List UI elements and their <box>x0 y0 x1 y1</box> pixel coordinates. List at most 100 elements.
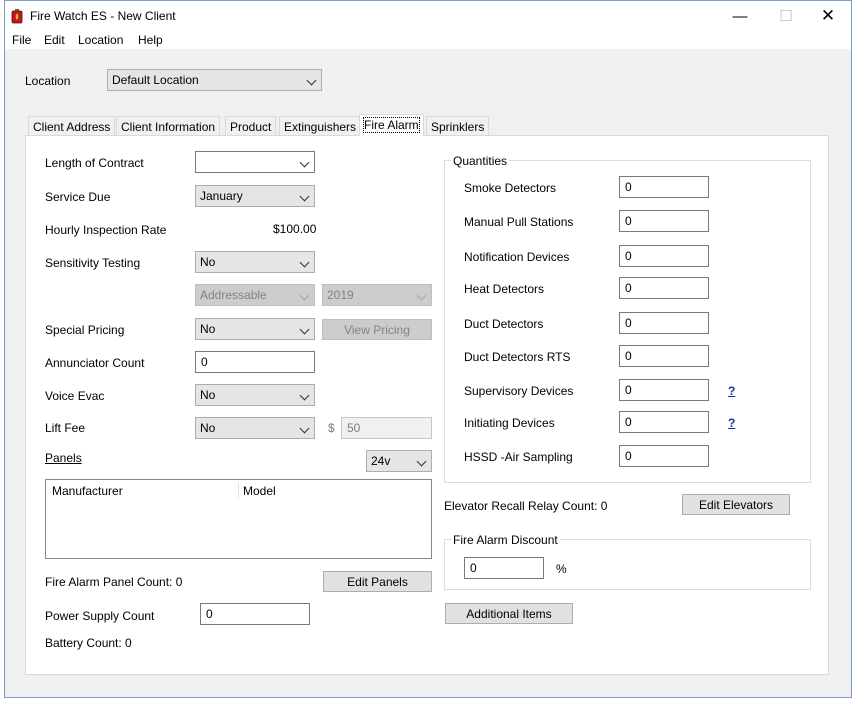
sensitivity-type-value: Addressable <box>200 288 267 302</box>
hssd-input[interactable]: 0 <box>619 445 709 467</box>
tab-label: Product <box>230 120 272 134</box>
close-button[interactable]: ✕ <box>805 1 851 31</box>
heat-detectors-label: Heat Detectors <box>464 282 545 296</box>
lift-fee-label: Lift Fee <box>45 421 86 435</box>
voice-evac-value: No <box>200 388 216 402</box>
sensitivity-testing-label: Sensitivity Testing <box>45 256 141 270</box>
pull-stations-label: Manual Pull Stations <box>464 215 574 229</box>
menu-file[interactable]: File <box>12 33 31 47</box>
voltage-value: 24v <box>371 454 391 468</box>
panels-list[interactable]: Manufacturer Model <box>45 479 432 559</box>
supervisory-devices-label: Supervisory Devices <box>464 384 574 398</box>
sensitivity-testing-select[interactable]: No <box>195 251 315 273</box>
annunciator-count-label: Annunciator Count <box>45 356 145 370</box>
smoke-detectors-input[interactable]: 0 <box>619 176 709 198</box>
menu-bar: File Edit Location Help <box>5 31 851 49</box>
lift-fee-value: No <box>200 421 216 435</box>
elevator-recall-count-label: Elevator Recall Relay Count: 0 <box>444 499 608 513</box>
window-title: Fire Watch ES - New Client <box>30 9 176 23</box>
fire-extinguisher-icon <box>11 9 23 24</box>
special-pricing-label: Special Pricing <box>45 323 125 337</box>
additional-items-button[interactable]: Additional Items <box>445 603 573 624</box>
discount-title: Fire Alarm Discount <box>451 533 560 547</box>
tab-label: Extinguishers <box>284 120 357 134</box>
hourly-rate-label: Hourly Inspection Rate <box>45 223 167 237</box>
tab-sprinklers[interactable]: Sprinklers <box>426 116 490 136</box>
minimize-button[interactable]: — <box>717 1 763 31</box>
pull-stations-input[interactable]: 0 <box>619 210 709 232</box>
lift-fee-select[interactable]: No <box>195 417 315 439</box>
notification-devices-label: Notification Devices <box>464 250 570 264</box>
supervisory-help-link[interactable]: ? <box>728 384 735 398</box>
length-of-contract-select[interactable] <box>195 151 315 173</box>
title-bar: Fire Watch ES - New Client — ☐ ✕ <box>5 1 851 31</box>
column-header-manufacturer[interactable]: Manufacturer <box>52 484 123 498</box>
voice-evac-select[interactable]: No <box>195 384 315 406</box>
sensitivity-testing-value: No <box>200 255 216 269</box>
view-pricing-button[interactable]: View Pricing <box>322 319 432 340</box>
tab-client-address[interactable]: Client Address <box>28 116 116 136</box>
menu-edit[interactable]: Edit <box>44 33 65 47</box>
length-of-contract-label: Length of Contract <box>45 156 144 170</box>
chevron-down-icon <box>306 75 317 86</box>
maximize-button[interactable]: ☐ <box>763 1 809 31</box>
discount-input[interactable]: 0 <box>464 557 544 579</box>
location-select[interactable]: Default Location <box>107 69 322 91</box>
service-due-value: January <box>200 189 243 203</box>
hourly-rate-value: $100.00 <box>273 222 317 236</box>
tab-extinguishers[interactable]: Extinguishers <box>279 116 362 136</box>
quantities-title: Quantities <box>451 154 510 168</box>
duct-detectors-rts-input[interactable]: 0 <box>619 345 709 367</box>
lift-fee-amount-input[interactable]: 50 <box>341 417 432 439</box>
duct-detectors-rts-label: Duct Detectors RTS <box>464 350 571 364</box>
panel-count-label: Fire Alarm Panel Count: 0 <box>45 575 183 589</box>
menu-help[interactable]: Help <box>138 33 163 47</box>
voltage-select[interactable]: 24v <box>366 450 432 472</box>
chevron-down-icon <box>416 456 427 467</box>
column-header-model[interactable]: Model <box>243 484 276 498</box>
hssd-label: HSSD -Air Sampling <box>464 450 573 464</box>
notification-devices-input[interactable]: 0 <box>619 245 709 267</box>
chevron-down-icon <box>299 423 310 434</box>
tab-label: Client Information <box>121 120 216 134</box>
column-divider[interactable] <box>238 482 239 499</box>
panels-label: Panels <box>45 451 82 465</box>
tab-product[interactable]: Product <box>225 116 277 136</box>
edit-panels-button[interactable]: Edit Panels <box>323 571 432 592</box>
sensitivity-year-value: 2019 <box>327 288 354 302</box>
tab-label: Fire Alarm <box>363 117 420 133</box>
chevron-down-icon <box>299 157 310 168</box>
tab-fire-alarm[interactable]: Fire Alarm <box>359 114 424 136</box>
initiating-devices-label: Initiating Devices <box>464 416 555 430</box>
sensitivity-year-select[interactable]: 2019 <box>322 284 432 306</box>
chevron-down-icon <box>299 257 310 268</box>
percent-label: % <box>556 562 567 576</box>
location-select-value: Default Location <box>112 73 199 87</box>
chevron-down-icon <box>299 324 310 335</box>
menu-location[interactable]: Location <box>78 33 123 47</box>
annunciator-count-input[interactable]: 0 <box>195 351 315 373</box>
tab-client-information[interactable]: Client Information <box>116 116 221 136</box>
tab-label: Client Address <box>33 120 111 134</box>
special-pricing-select[interactable]: No <box>195 318 315 340</box>
currency-label: $ <box>328 421 335 435</box>
chevron-down-icon <box>299 390 310 401</box>
power-supply-input[interactable]: 0 <box>200 603 310 625</box>
voice-evac-label: Voice Evac <box>45 389 105 403</box>
initiating-devices-input[interactable]: 0 <box>619 411 709 433</box>
initiating-help-link[interactable]: ? <box>728 416 735 430</box>
chevron-down-icon <box>299 290 310 301</box>
sensitivity-type-select[interactable]: Addressable <box>195 284 315 306</box>
supervisory-devices-input[interactable]: 0 <box>619 379 709 401</box>
service-due-select[interactable]: January <box>195 185 315 207</box>
battery-count-label: Battery Count: 0 <box>45 636 132 650</box>
location-label: Location <box>25 74 71 88</box>
tab-label: Sprinklers <box>431 120 485 134</box>
special-pricing-value: No <box>200 322 216 336</box>
chevron-down-icon <box>299 191 310 202</box>
heat-detectors-input[interactable]: 0 <box>619 277 709 299</box>
service-due-label: Service Due <box>45 190 111 204</box>
edit-elevators-button[interactable]: Edit Elevators <box>682 494 790 515</box>
duct-detectors-label: Duct Detectors <box>464 317 544 331</box>
duct-detectors-input[interactable]: 0 <box>619 312 709 334</box>
